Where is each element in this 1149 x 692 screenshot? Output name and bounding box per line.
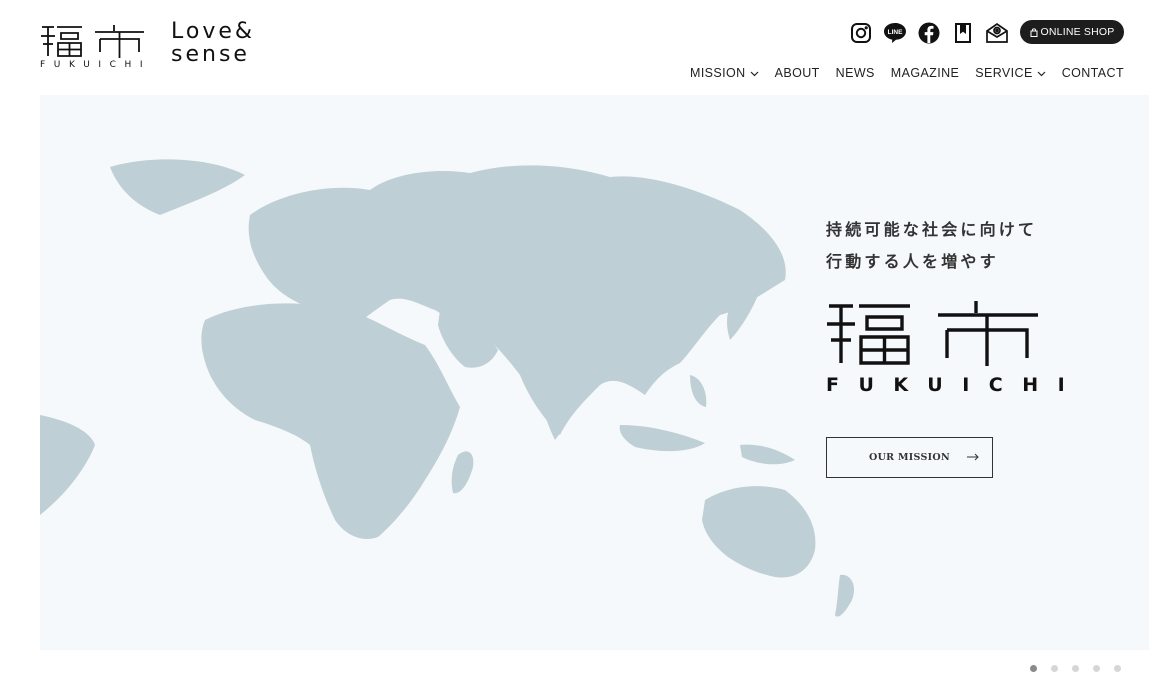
book-icon[interactable] bbox=[950, 20, 976, 46]
map-greenland bbox=[110, 159, 245, 215]
nav-item-mission[interactable]: MISSION bbox=[690, 66, 759, 80]
fukuichi-logo[interactable]: FUKUICHI bbox=[40, 24, 146, 72]
map-new-zealand bbox=[835, 574, 855, 617]
love-sense-line1: Love& bbox=[171, 19, 256, 44]
nav-item-contact[interactable]: CONTACT bbox=[1062, 66, 1124, 80]
hero-fukuichi-logo: FUKUICHI bbox=[826, 300, 1065, 400]
nav-item-label: ABOUT bbox=[774, 66, 820, 80]
shopping-bag-icon bbox=[1030, 27, 1038, 37]
our-mission-label: OUR MISSION bbox=[869, 452, 950, 463]
map-indonesia bbox=[619, 425, 705, 452]
online-shop-label: ONLINE SHOP bbox=[1040, 26, 1115, 38]
slider-dot[interactable] bbox=[1093, 665, 1100, 672]
instagram-icon[interactable] bbox=[848, 20, 874, 46]
site-header: FUKUICHI Love& sense LINE ONLINE SHOP MI… bbox=[0, 0, 1149, 95]
nav-item-service[interactable]: SERVICE bbox=[975, 66, 1046, 80]
facebook-icon[interactable] bbox=[916, 20, 942, 46]
slider-dot[interactable] bbox=[1051, 665, 1058, 672]
online-shop-button[interactable]: ONLINE SHOP bbox=[1020, 20, 1124, 44]
map-africa bbox=[201, 303, 460, 540]
nav-item-label: NEWS bbox=[835, 66, 875, 80]
nav-item-label: SERVICE bbox=[975, 66, 1033, 80]
fukuichi-logo-text: FUKUICHI bbox=[40, 60, 152, 70]
hero-fukuichi-logo-text: FUKUICHI bbox=[826, 374, 1085, 396]
map-australia bbox=[702, 486, 816, 578]
map-philippines bbox=[690, 375, 707, 407]
slider-dot[interactable] bbox=[1072, 665, 1079, 672]
nav-item-about[interactable]: ABOUT bbox=[775, 66, 820, 80]
fukuichi-logo-mark bbox=[41, 25, 144, 58]
mail-icon[interactable] bbox=[984, 20, 1010, 46]
slider-pagination bbox=[1030, 665, 1121, 672]
hero-fukuichi-logo-mark bbox=[827, 301, 1038, 366]
nav-item-label: MAGAZINE bbox=[890, 66, 960, 80]
social-links: LINE bbox=[848, 20, 1010, 46]
line-icon[interactable]: LINE bbox=[882, 20, 908, 46]
arrow-right-icon bbox=[967, 453, 979, 461]
chevron-down-icon bbox=[750, 71, 759, 76]
slider-dot[interactable] bbox=[1114, 665, 1121, 672]
nav-item-label: CONTACT bbox=[1061, 66, 1124, 80]
map-south-america bbox=[40, 415, 95, 515]
hero-tagline-line1: 持続可能な社会に向けて bbox=[826, 220, 1038, 239]
love-sense-logo[interactable]: Love& sense bbox=[171, 20, 255, 66]
nav-item-label: MISSION bbox=[690, 66, 746, 80]
nav-item-news[interactable]: NEWS bbox=[836, 66, 875, 80]
hero-tagline-line2: 行動する人を増やす bbox=[826, 252, 999, 271]
map-new-guinea bbox=[740, 444, 795, 465]
chevron-down-icon bbox=[1037, 71, 1046, 76]
line-icon-text: LINE bbox=[888, 29, 903, 36]
map-madagascar bbox=[451, 451, 474, 494]
love-sense-line2: sense bbox=[171, 42, 250, 67]
slider-dot[interactable] bbox=[1030, 665, 1037, 672]
hero-slider[interactable]: 持続可能な社会に向けて 行動する人を増やす FUKUICHI OUR MISSI… bbox=[40, 95, 1149, 650]
our-mission-button[interactable]: OUR MISSION bbox=[826, 437, 993, 478]
hero-tagline: 持続可能な社会に向けて 行動する人を増やす bbox=[826, 214, 1037, 278]
main-nav: MISSION ABOUT NEWS MAGAZINE SERVICE CONT… bbox=[690, 66, 1124, 80]
nav-item-magazine[interactable]: MAGAZINE bbox=[891, 66, 959, 80]
